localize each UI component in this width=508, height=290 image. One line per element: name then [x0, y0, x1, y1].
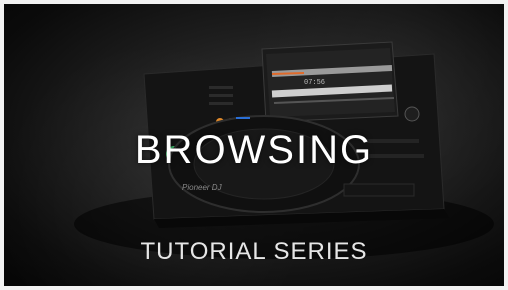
- subtitle: TUTORIAL SERIES: [140, 238, 368, 265]
- display-panel: [266, 48, 395, 117]
- button-row: [209, 94, 233, 97]
- button-row: [209, 86, 233, 89]
- button-row: [209, 102, 233, 105]
- device-logo: Pioneer DJ: [182, 183, 223, 192]
- headline-title: BROWSING: [134, 128, 374, 172]
- browse-knob: [404, 106, 420, 122]
- display-time: 07:56: [304, 79, 325, 87]
- waveform-highlight: [271, 72, 305, 75]
- tempo-slider-area: [343, 183, 415, 197]
- thumbnail-frame: 07:56 Pioneer DJ BROWSING TUTORIAL SERIE…: [4, 4, 504, 286]
- blue-indicator-light: [236, 117, 250, 119]
